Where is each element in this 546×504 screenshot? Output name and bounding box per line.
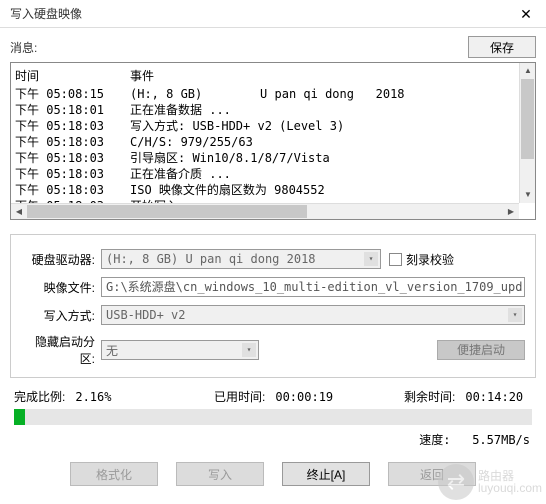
hidden-value: 无	[106, 342, 118, 359]
close-button[interactable]: ✕	[506, 0, 546, 28]
image-label: 映像文件:	[21, 279, 101, 296]
scroll-right-icon[interactable]: ▶	[503, 204, 519, 220]
format-button[interactable]: 格式化	[70, 462, 158, 486]
log-row: 下午 05:18:03C/H/S: 979/255/63	[15, 134, 531, 150]
log-row: 下午 05:18:03ISO 映像文件的扇区数为 9804552	[15, 182, 531, 198]
log-row: 下午 05:18:03引导扇区: Win10/8.1/8/7/Vista	[15, 150, 531, 166]
horizontal-scrollbar[interactable]: ◀ ▶	[11, 203, 519, 219]
progress-value: 2.16%	[75, 390, 111, 404]
log-row: 下午 05:18:03正在准备介质 ...	[15, 166, 531, 182]
hidden-label: 隐藏启动分区:	[21, 333, 101, 367]
log-row: 下午 05:08:15(H:, 8 GB) U pan qi dong 2018	[15, 86, 531, 102]
method-label: 写入方式:	[21, 307, 101, 324]
scroll-left-icon[interactable]: ◀	[11, 204, 27, 220]
scroll-thumb[interactable]	[521, 79, 534, 159]
remaining-label: 剩余时间:	[404, 388, 455, 405]
verify-label: 刻录校验	[406, 251, 454, 268]
abort-button[interactable]: 终止[A]	[282, 462, 370, 486]
elapsed-value: 00:00:19	[275, 390, 333, 404]
progress-fill	[14, 409, 25, 425]
portable-boot-button[interactable]: 便捷启动	[437, 340, 525, 360]
close-icon: ✕	[520, 6, 532, 23]
chevron-down-icon: ▾	[508, 308, 522, 322]
message-label: 消息:	[10, 39, 37, 56]
chevron-down-icon: ▾	[364, 252, 378, 266]
window-title: 写入硬盘映像	[10, 5, 82, 22]
log-header-event: 事件	[130, 67, 531, 84]
watermark: ⇄ 路由器 luyouqi.com	[438, 464, 542, 500]
write-button[interactable]: 写入	[176, 462, 264, 486]
verify-checkbox[interactable]	[389, 253, 402, 266]
save-button[interactable]: 保存	[468, 36, 536, 58]
watermark-url: luyouqi.com	[478, 482, 542, 494]
options-group: 硬盘驱动器: (H:, 8 GB) U pan qi dong 2018 ▾ 刻…	[10, 234, 536, 378]
hidden-partition-dropdown[interactable]: 无 ▾	[101, 340, 259, 360]
progress-label: 完成比例:	[14, 388, 65, 405]
log-row: 下午 05:18:03写入方式: USB-HDD+ v2 (Level 3)	[15, 118, 531, 134]
drive-value: (H:, 8 GB) U pan qi dong 2018	[106, 252, 316, 266]
router-icon: ⇄	[438, 464, 474, 500]
log-panel: 时间 事件 下午 05:08:15(H:, 8 GB) U pan qi don…	[10, 62, 536, 220]
elapsed-label: 已用时间:	[214, 388, 265, 405]
remaining-value: 00:14:20	[465, 390, 523, 404]
log-header-time: 时间	[15, 67, 130, 84]
write-method-dropdown[interactable]: USB-HDD+ v2 ▾	[101, 305, 525, 325]
drive-dropdown[interactable]: (H:, 8 GB) U pan qi dong 2018 ▾	[101, 249, 381, 269]
image-value: G:\系统源盘\cn_windows_10_multi-edition_vl_v…	[106, 280, 522, 294]
scroll-up-icon[interactable]: ▲	[520, 63, 536, 79]
image-field[interactable]: G:\系统源盘\cn_windows_10_multi-edition_vl_v…	[101, 277, 525, 297]
vertical-scrollbar[interactable]: ▲ ▼	[519, 63, 535, 203]
log-row: 下午 05:18:01正在准备数据 ...	[15, 102, 531, 118]
scroll-thumb-h[interactable]	[27, 205, 307, 218]
scroll-down-icon[interactable]: ▼	[520, 187, 536, 203]
chevron-down-icon: ▾	[242, 343, 256, 357]
method-value: USB-HDD+ v2	[106, 308, 185, 322]
titlebar: 写入硬盘映像 ✕	[0, 0, 546, 28]
speed-value: 5.57MB/s	[472, 433, 530, 447]
drive-label: 硬盘驱动器:	[21, 251, 101, 268]
speed-label: 速度:	[419, 433, 450, 447]
progress-bar	[14, 409, 532, 425]
